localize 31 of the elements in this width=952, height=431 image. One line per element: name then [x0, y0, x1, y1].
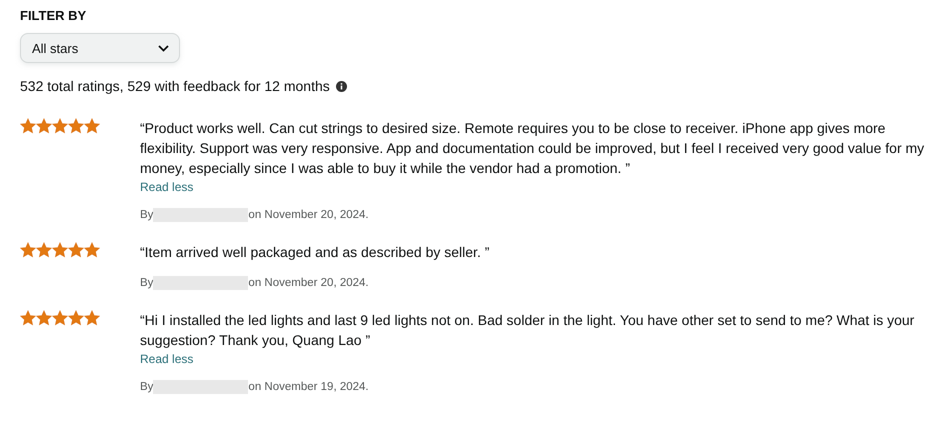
- star-icon: [68, 242, 84, 258]
- star-icon: [20, 310, 36, 326]
- read-less-link[interactable]: Read less: [140, 180, 194, 194]
- star-icon: [36, 118, 52, 134]
- star-icon: [68, 310, 84, 326]
- filter-heading: FILTER BY: [20, 8, 88, 23]
- star-icon: [20, 242, 36, 258]
- info-icon[interactable]: [336, 80, 347, 92]
- ratings-summary: 532 total ratings, 529 with feedback for 12 months: [20, 78, 330, 94]
- chevron-down-icon: [158, 44, 169, 52]
- star-icon: [36, 310, 52, 326]
- star-icon: [36, 242, 52, 258]
- star-icon: [52, 118, 68, 134]
- star-icon: [84, 118, 100, 134]
- star-icon: [20, 118, 36, 134]
- by-label: By: [140, 277, 154, 289]
- by-label: By: [140, 209, 154, 221]
- review-text: “Product works well. Can cut strings to desired size. Remote requires you to be close to receiver. iPhone app gives more flexibility. Support was very responsive. App and documentation could be improved, but I feel I received very good value for my money, especially since I was able to buy it while the vendor had a promotion. ”: [140, 119, 926, 178]
- star-icon: [52, 242, 68, 258]
- read-less-link[interactable]: Read less: [140, 352, 194, 366]
- review-text: “Hi I installed the led lights and last 9 led lights not on. Bad solder in the light. You have other set to send to me? What is your suggestion? Thank you, Quang Lao ”: [140, 311, 916, 350]
- review-text: “Item arrived well packaged and as described by seller. ”: [140, 243, 490, 262]
- review-date: on November 20, 2024.: [248, 277, 369, 289]
- star-icon: [84, 310, 100, 326]
- review-date: on November 19, 2024.: [248, 381, 369, 393]
- by-label: By: [140, 381, 154, 393]
- star-icon: [52, 310, 68, 326]
- review-date: on November 20, 2024.: [248, 209, 369, 221]
- star-icon: [68, 118, 84, 134]
- star-filter-dropdown[interactable]: All stars: [20, 33, 180, 63]
- star-icon: [84, 242, 100, 258]
